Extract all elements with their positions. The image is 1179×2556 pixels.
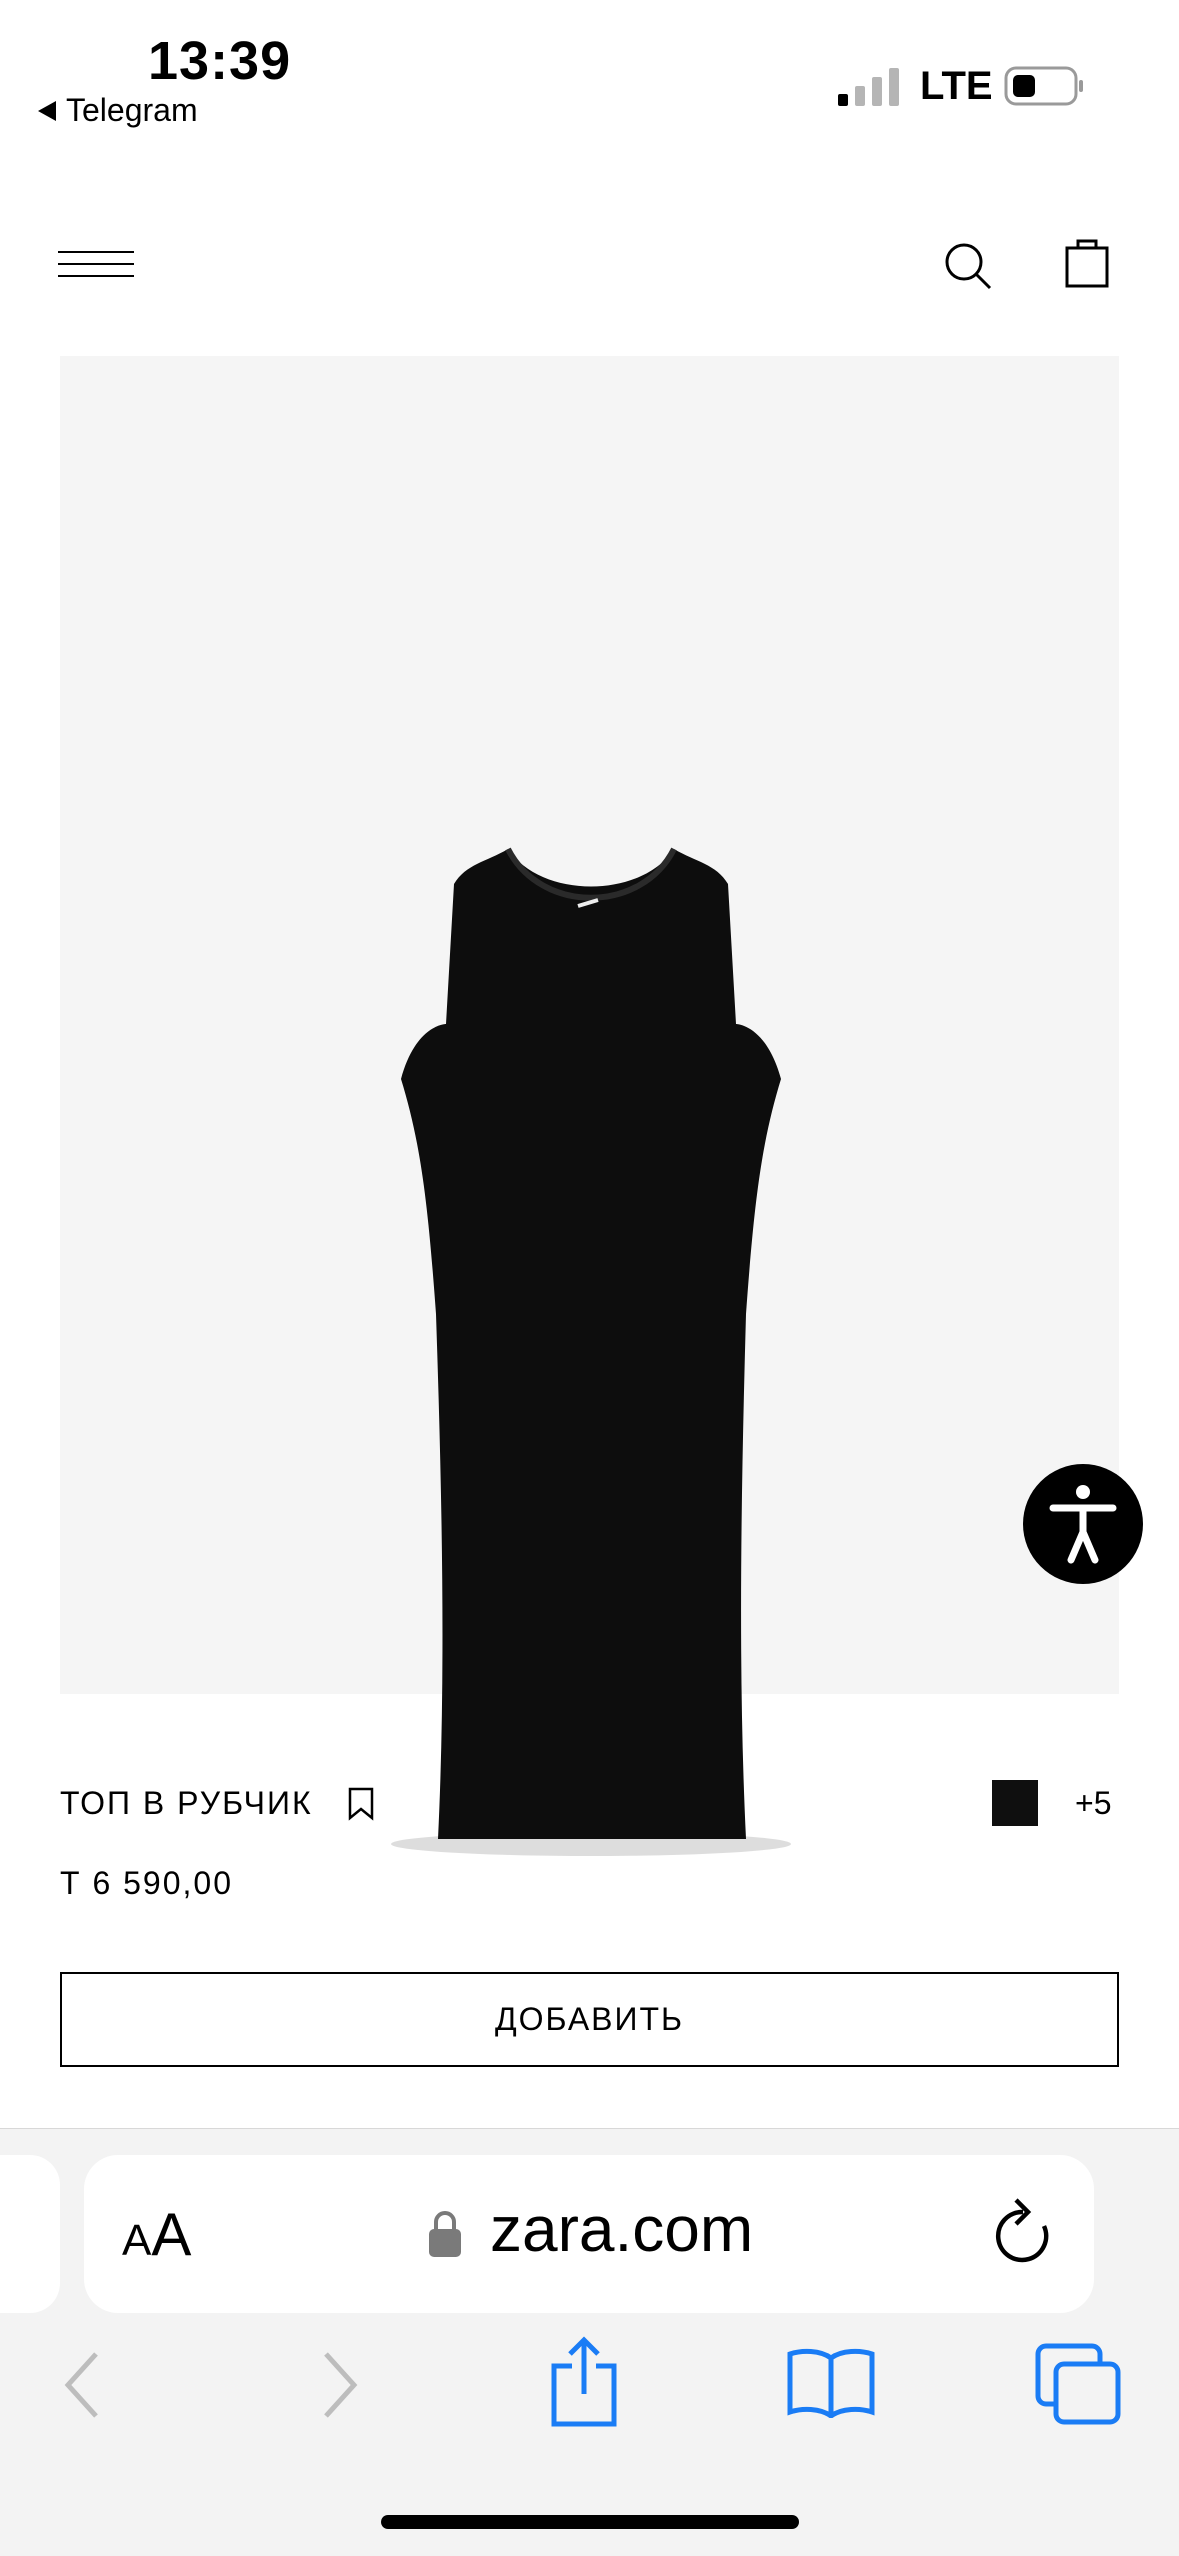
product-title-row: ТОП В РУБЧИК [60, 1785, 375, 1822]
search-icon[interactable] [940, 238, 996, 294]
hamburger-menu-icon[interactable] [58, 250, 134, 286]
bookmarks-book-icon[interactable] [786, 2346, 876, 2418]
back-app-label: Telegram [66, 92, 198, 128]
tank-top-illustration [391, 847, 791, 1856]
text-size-large-a: A [151, 2201, 192, 2268]
back-arrow-icon [38, 100, 56, 121]
status-time: 13:39 [148, 31, 292, 91]
network-label: LTE [920, 64, 993, 108]
back-to-app[interactable]: Telegram [38, 92, 198, 129]
text-size-small-a: A [122, 2216, 152, 2265]
more-colors-count[interactable]: +5 [1075, 1785, 1111, 1822]
add-to-cart-button[interactable]: ДОБАВИТЬ [60, 1972, 1119, 2067]
bookmark-icon[interactable] [347, 1787, 375, 1821]
accessibility-person-icon [1049, 1485, 1117, 1564]
shopping-bag-icon[interactable] [1065, 236, 1109, 288]
url-text[interactable]: zara.com [490, 2192, 753, 2266]
battery-icon [1004, 66, 1083, 106]
reload-icon[interactable] [992, 2196, 1054, 2268]
product-title: ТОП В РУБЧИК [60, 1785, 313, 1821]
color-swatch[interactable] [992, 1780, 1038, 1826]
previous-tab-peek[interactable] [0, 2155, 60, 2313]
accessibility-button[interactable] [1023, 1464, 1143, 1584]
cellular-signal-icon [838, 68, 899, 106]
lock-icon [429, 2211, 461, 2257]
text-size-button[interactable]: AA [122, 2200, 191, 2269]
home-indicator[interactable] [381, 2515, 799, 2529]
product-image[interactable] [60, 356, 1119, 1856]
browser-forward-icon[interactable] [320, 2350, 360, 2420]
tabs-icon[interactable] [1034, 2342, 1122, 2426]
share-icon[interactable] [548, 2336, 620, 2428]
browser-back-icon[interactable] [62, 2350, 102, 2420]
product-price: Т 6 590,00 [60, 1865, 233, 1901]
